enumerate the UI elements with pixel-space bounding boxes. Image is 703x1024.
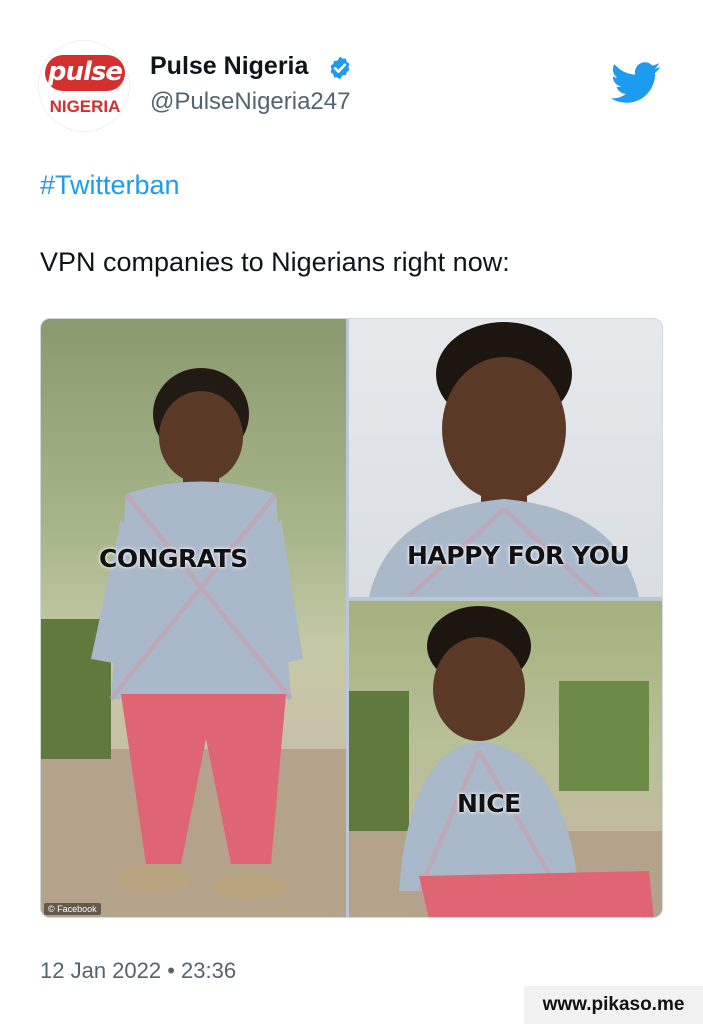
display-name[interactable]: Pulse Nigeria bbox=[150, 52, 308, 81]
meme-panel-happy-for-you: HAPPY FOR YOU bbox=[349, 319, 662, 597]
image-credit: © Facebook bbox=[44, 903, 101, 915]
hashtag-link[interactable]: #Twitterban bbox=[40, 170, 180, 201]
child-sitting-illustration bbox=[349, 606, 662, 917]
meme-panel-congrats: CONGRATS © Facebook bbox=[41, 319, 346, 917]
meme-caption-congrats: CONGRATS bbox=[99, 544, 248, 573]
avatar-logo-text: pulse bbox=[45, 55, 125, 91]
meme-panel-nice: NICE bbox=[349, 601, 662, 917]
tweet-media-image[interactable]: CONGRATS © Facebook HAPPY FOR YOU NICE bbox=[40, 318, 663, 918]
avatar[interactable]: pulse NIGERIA bbox=[38, 40, 130, 132]
child-standing-illustration bbox=[41, 368, 346, 917]
tweet-timestamp[interactable]: 12 Jan 2022 • 23:36 bbox=[40, 958, 236, 984]
avatar-logo-subtext: NIGERIA bbox=[49, 97, 121, 116]
meme-caption-happy-for-you: HAPPY FOR YOU bbox=[407, 541, 630, 570]
user-handle[interactable]: @PulseNigeria247 bbox=[150, 88, 350, 116]
meme-caption-nice: NICE bbox=[457, 789, 521, 818]
twitter-bird-icon[interactable] bbox=[610, 62, 662, 104]
verified-badge-icon bbox=[330, 56, 350, 80]
watermark: www.pikaso.me bbox=[524, 986, 703, 1024]
tweet-text: VPN companies to Nigerians right now: bbox=[40, 247, 510, 277]
